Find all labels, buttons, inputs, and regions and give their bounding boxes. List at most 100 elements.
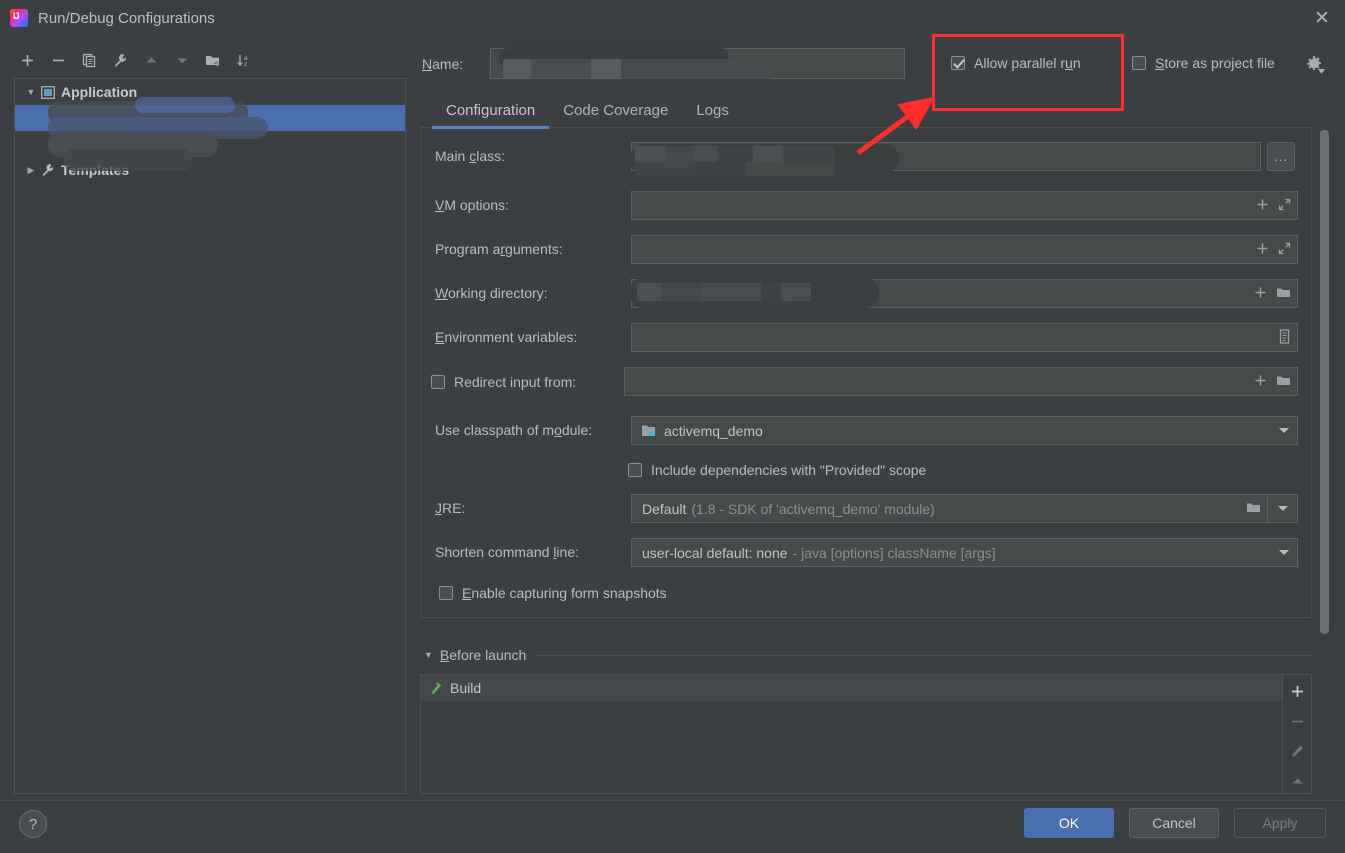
tree-node-selected-configuration[interactable] <box>15 105 405 131</box>
plus-icon[interactable] <box>14 47 40 73</box>
module-value: activemq_demo <box>664 422 763 439</box>
use-classpath-of-module-combobox[interactable]: activemq_demo <box>631 416 1298 445</box>
checkbox-box[interactable] <box>628 463 642 477</box>
name-input[interactable] <box>490 47 905 79</box>
annotation-highlight-box <box>932 34 1124 111</box>
apply-button[interactable]: Apply <box>1234 808 1326 838</box>
folder-icon[interactable] <box>1276 286 1291 302</box>
vm-options-input[interactable] <box>631 191 1298 220</box>
program-arguments-label: Program arguments: <box>435 241 563 257</box>
jre-dropdown-button[interactable] <box>1268 494 1298 523</box>
field-row-classpath-module: Use classpath of module: activemq_demo <box>421 416 1313 446</box>
vm-options-label: VM options: <box>435 197 509 213</box>
main-class-browse-button[interactable]: ... <box>1267 142 1295 171</box>
svg-text:z: z <box>244 61 247 68</box>
sort-az-icon[interactable]: a z <box>231 47 257 73</box>
plus-icon[interactable] <box>1256 198 1269 214</box>
before-launch-header[interactable]: ▼ Before launch <box>424 647 1312 663</box>
module-icon <box>641 424 657 438</box>
main-class-input[interactable] <box>631 142 1261 171</box>
main-class-label: Main class: <box>435 148 506 164</box>
folder-icon[interactable] <box>1246 501 1261 517</box>
wrench-icon <box>39 163 57 177</box>
redirect-input-checkbox[interactable]: Redirect input from: <box>431 374 576 390</box>
plus-icon[interactable] <box>1285 680 1309 702</box>
list-item[interactable]: Build <box>421 675 1282 701</box>
window-title: Run/Debug Configurations <box>38 9 215 27</box>
environment-variables-input[interactable] <box>631 323 1298 352</box>
pencil-icon[interactable] <box>1285 741 1309 763</box>
include-provided-scope-checkbox[interactable]: Include dependencies with "Provided" sco… <box>628 462 926 478</box>
jre-combobox[interactable]: Default (1.8 - SDK of 'activemq_demo' mod… <box>631 494 1268 523</box>
chevron-down-icon[interactable] <box>1279 428 1289 433</box>
include-provided-scope-label: Include dependencies with "Provided" sco… <box>651 462 927 478</box>
tab-logs[interactable]: Logs <box>682 96 743 128</box>
field-row-program-arguments: Program arguments: <box>421 235 1313 265</box>
plus-icon[interactable] <box>1254 374 1267 390</box>
name-label: Name: <box>422 56 464 72</box>
gear-icon[interactable] <box>1305 55 1325 76</box>
chevron-down-icon[interactable] <box>1279 550 1289 555</box>
plus-icon[interactable] <box>1254 286 1267 302</box>
arrow-up-icon[interactable] <box>138 47 164 73</box>
expand-icon[interactable] <box>1278 198 1291 214</box>
footer-divider <box>0 800 1345 801</box>
chevron-down-icon[interactable]: ▼ <box>23 87 39 97</box>
field-row-form-snapshots: Enable capturing form snapshots <box>421 578 1313 608</box>
field-row-main-class: Main class: ... <box>421 142 1313 176</box>
checkbox-box[interactable] <box>439 586 453 600</box>
working-directory-input[interactable] <box>631 279 1298 308</box>
field-row-jre: JRE: Default (1.8 - SDK of 'activemq_demo… <box>421 494 1313 524</box>
arrow-up-icon[interactable] <box>1285 771 1309 793</box>
configuration-form-panel: Main class: ... VM options: Program argu… <box>420 128 1312 618</box>
expand-icon[interactable] <box>1278 242 1291 258</box>
arrow-down-icon[interactable] <box>169 47 195 73</box>
intellij-idea-logo-icon <box>10 9 28 27</box>
checkbox-box[interactable] <box>951 56 965 70</box>
checkbox-box[interactable] <box>1132 56 1146 70</box>
before-launch-task-list[interactable]: Build <box>420 674 1283 794</box>
ok-button[interactable]: OK <box>1024 808 1114 838</box>
folder-add-icon[interactable] <box>200 47 226 73</box>
allow-parallel-run-label: Allow parallel run <box>974 55 1081 71</box>
chevron-down-icon[interactable]: ▼ <box>424 650 433 660</box>
folder-icon[interactable] <box>1276 374 1291 390</box>
chevron-right-icon[interactable]: ▶ <box>23 165 39 176</box>
field-row-working-directory: Working directory: <box>421 277 1313 313</box>
use-classpath-of-module-label: Use classpath of module: <box>435 422 593 438</box>
close-icon[interactable]: ✕ <box>1299 0 1345 36</box>
store-as-project-file-label: Store as project file <box>1155 55 1275 71</box>
tab-configuration[interactable]: Configuration <box>432 96 550 129</box>
section-divider <box>536 654 1312 656</box>
tree-node-application[interactable]: ▼ Application <box>15 79 405 105</box>
store-as-project-file-checkbox[interactable]: Store as project file <box>1132 55 1275 71</box>
checkbox-box[interactable] <box>431 375 445 389</box>
minus-icon[interactable] <box>1285 710 1309 732</box>
tab-code-coverage[interactable]: Code Coverage <box>549 96 682 128</box>
tree-node-label: Application <box>61 84 138 100</box>
chevron-down-icon <box>1277 506 1288 511</box>
redirect-input-field[interactable] <box>624 367 1298 396</box>
field-row-vm-options: VM options: <box>421 191 1313 221</box>
enable-form-snapshots-label: Enable capturing form snapshots <box>462 585 667 601</box>
tree-node-templates[interactable]: ▶ Templates <box>15 157 405 183</box>
field-row-include-provided: Include dependencies with "Provided" sco… <box>421 455 1313 485</box>
minus-icon[interactable] <box>45 47 71 73</box>
plus-icon[interactable] <box>1256 242 1269 258</box>
window-titlebar: Run/Debug Configurations <box>0 0 1345 36</box>
wrench-icon[interactable] <box>107 47 133 73</box>
enable-form-snapshots-checkbox[interactable]: Enable capturing form snapshots <box>439 585 667 601</box>
help-button[interactable]: ? <box>19 810 47 838</box>
list-icon[interactable] <box>1278 328 1291 347</box>
application-icon <box>39 85 57 99</box>
shorten-command-line-combobox[interactable]: user-local default: none - java [options]… <box>631 538 1298 567</box>
field-row-environment-variables: Environment variables: <box>421 323 1313 353</box>
configurations-tree[interactable]: ▼ Application ▶ Templates <box>14 78 406 794</box>
program-arguments-input[interactable] <box>631 235 1298 264</box>
cancel-button[interactable]: Cancel <box>1129 808 1219 838</box>
field-row-redirect-input: Redirect input from: <box>421 367 1313 397</box>
before-launch-title: Before launch <box>439 647 527 663</box>
copy-icon[interactable] <box>76 47 102 73</box>
configuration-scrollbar[interactable] <box>1320 130 1329 634</box>
allow-parallel-run-checkbox[interactable]: Allow parallel run <box>951 55 1081 71</box>
